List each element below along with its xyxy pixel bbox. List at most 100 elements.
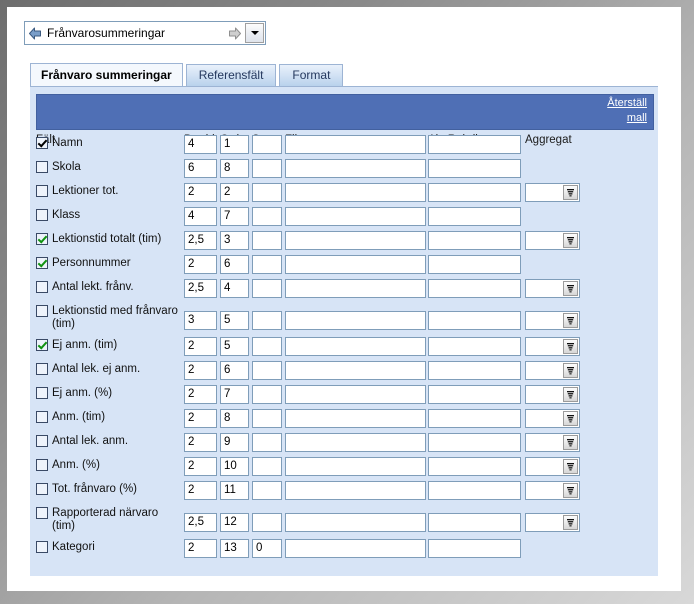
width-input[interactable]: 2,5 [184,513,217,532]
tab-format[interactable]: Format [279,64,343,86]
sort-input[interactable] [252,183,282,202]
order-input[interactable]: 8 [220,409,249,428]
chevron-down-icon[interactable] [563,363,578,378]
chevron-down-icon[interactable] [563,435,578,450]
order-input[interactable]: 9 [220,433,249,452]
chevron-down-icon[interactable] [245,23,264,43]
field-checkbox[interactable] [36,483,48,495]
sort-input[interactable] [252,159,282,178]
filter-input[interactable] [285,183,426,202]
sort-input[interactable]: 0 [252,539,282,558]
field-checkbox[interactable] [36,185,48,197]
alt-heading-input[interactable] [428,231,521,250]
filter-input[interactable] [285,433,426,452]
sort-input[interactable] [252,231,282,250]
aggregate-select[interactable] [525,457,580,476]
alt-heading-input[interactable] [428,337,521,356]
alt-heading-input[interactable] [428,539,521,558]
sort-input[interactable] [252,433,282,452]
order-input[interactable]: 6 [220,255,249,274]
aggregate-select[interactable] [525,337,580,356]
alt-heading-input[interactable] [428,409,521,428]
order-input[interactable]: 3 [220,231,249,250]
sort-input[interactable] [252,207,282,226]
chevron-down-icon[interactable] [563,339,578,354]
width-input[interactable]: 2,5 [184,279,217,298]
alt-heading-input[interactable] [428,255,521,274]
chevron-down-icon[interactable] [563,313,578,328]
filter-input[interactable] [285,207,426,226]
order-input[interactable]: 2 [220,183,249,202]
width-input[interactable]: 2 [184,183,217,202]
filter-input[interactable] [285,231,426,250]
field-checkbox[interactable] [36,281,48,293]
alt-heading-input[interactable] [428,433,521,452]
width-input[interactable]: 2 [184,539,217,558]
width-input[interactable]: 2 [184,457,217,476]
width-input[interactable]: 2 [184,409,217,428]
alt-heading-input[interactable] [428,457,521,476]
filter-input[interactable] [285,481,426,500]
sort-input[interactable] [252,361,282,380]
filter-input[interactable] [285,135,426,154]
chevron-down-icon[interactable] [563,515,578,530]
order-input[interactable]: 11 [220,481,249,500]
filter-input[interactable] [285,385,426,404]
field-checkbox[interactable] [36,137,48,149]
order-input[interactable]: 1 [220,135,249,154]
sort-input[interactable] [252,311,282,330]
alt-heading-input[interactable] [428,481,521,500]
tab-franvaro-summeringar[interactable]: Frånvaro summeringar [30,63,183,86]
right-arrow-icon[interactable] [225,23,245,43]
aggregate-select[interactable] [525,481,580,500]
width-input[interactable]: 2 [184,337,217,356]
alt-heading-input[interactable] [428,385,521,404]
field-checkbox[interactable] [36,411,48,423]
chevron-down-icon[interactable] [563,387,578,402]
order-input[interactable]: 6 [220,361,249,380]
filter-input[interactable] [285,409,426,428]
field-checkbox[interactable] [36,541,48,553]
aggregate-select[interactable] [525,231,580,250]
filter-input[interactable] [285,457,426,476]
filter-input[interactable] [285,513,426,532]
alt-heading-input[interactable] [428,159,521,178]
aggregate-select[interactable] [525,513,580,532]
chevron-down-icon[interactable] [563,281,578,296]
field-checkbox[interactable] [36,459,48,471]
aggregate-select[interactable] [525,311,580,330]
field-checkbox[interactable] [36,257,48,269]
sort-input[interactable] [252,513,282,532]
width-input[interactable]: 4 [184,207,217,226]
tab-referensfalt[interactable]: Referensfält [186,64,277,86]
aggregate-select[interactable] [525,183,580,202]
alt-heading-input[interactable] [428,207,521,226]
width-input[interactable]: 2 [184,255,217,274]
alt-heading-input[interactable] [428,279,521,298]
filter-input[interactable] [285,361,426,380]
width-input[interactable]: 2 [184,433,217,452]
order-input[interactable]: 7 [220,207,249,226]
alt-heading-input[interactable] [428,311,521,330]
aggregate-select[interactable] [525,433,580,452]
field-checkbox[interactable] [36,363,48,375]
width-input[interactable]: 2 [184,361,217,380]
sort-input[interactable] [252,255,282,274]
sort-input[interactable] [252,337,282,356]
sort-input[interactable] [252,385,282,404]
chevron-down-icon[interactable] [563,459,578,474]
filter-input[interactable] [285,255,426,274]
reset-template-link[interactable]: Återställ mall [577,96,647,126]
filter-input[interactable] [285,337,426,356]
field-checkbox[interactable] [36,507,48,519]
width-input[interactable]: 2,5 [184,231,217,250]
sort-input[interactable] [252,481,282,500]
order-input[interactable]: 8 [220,159,249,178]
width-input[interactable]: 2 [184,385,217,404]
filter-input[interactable] [285,539,426,558]
sort-input[interactable] [252,135,282,154]
order-input[interactable]: 4 [220,279,249,298]
width-input[interactable]: 6 [184,159,217,178]
field-checkbox[interactable] [36,435,48,447]
alt-heading-input[interactable] [428,361,521,380]
